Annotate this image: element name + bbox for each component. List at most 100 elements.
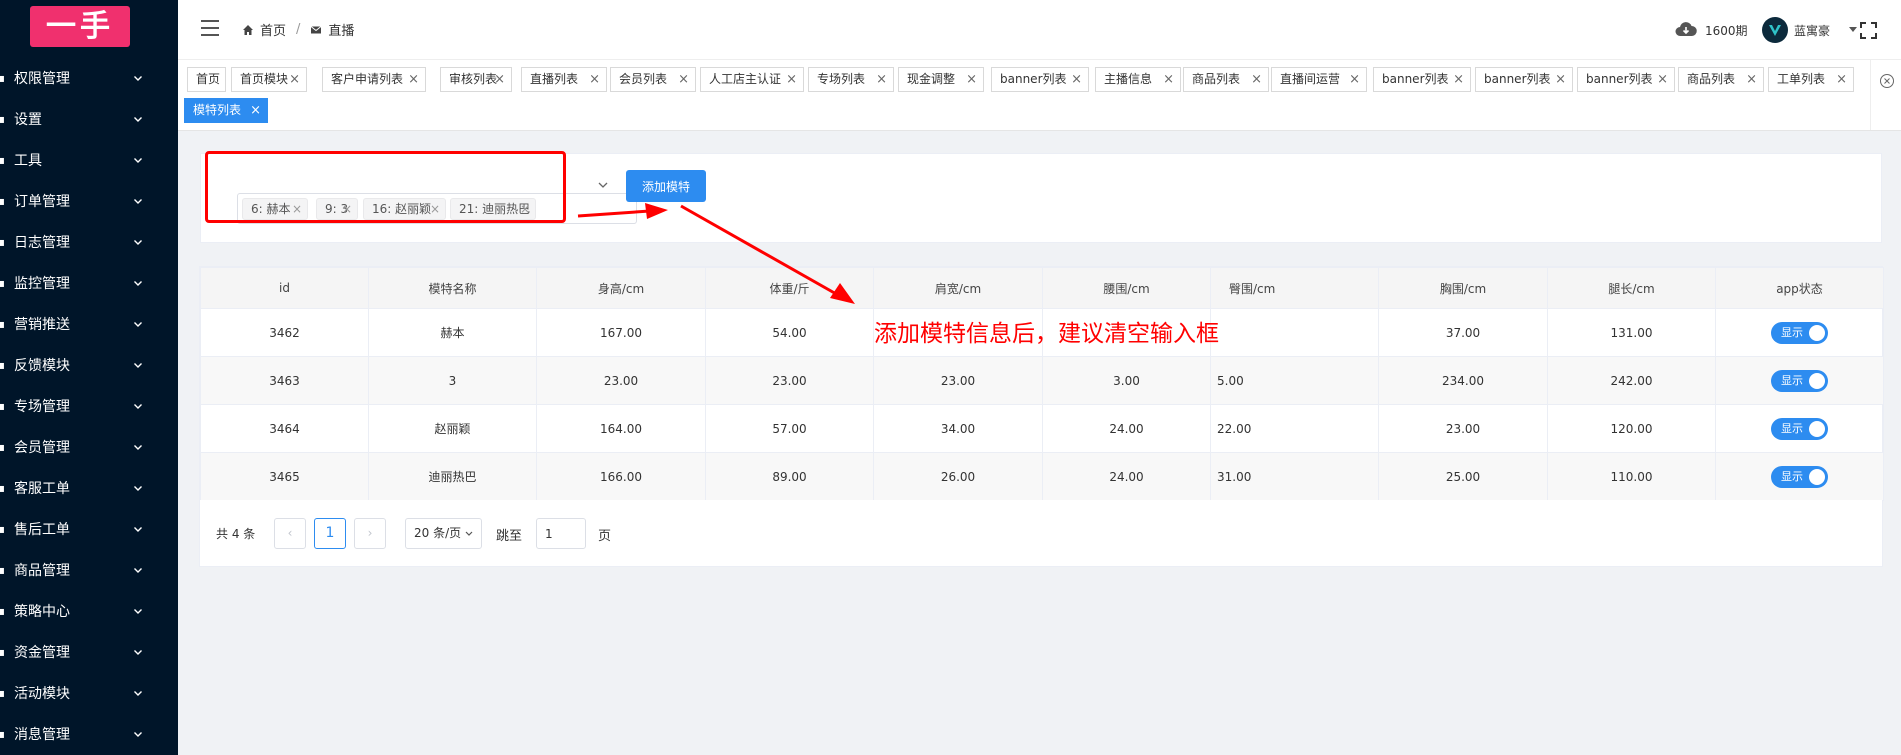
page-size-value: 20 条/页: [414, 526, 462, 540]
sidebar-item-0[interactable]: ▪ 权限管理: [0, 57, 178, 98]
tab-6[interactable]: 人工店主认证 ×: [700, 67, 804, 92]
app-status-toggle[interactable]: 显示: [1771, 321, 1828, 344]
sidebar-item-9[interactable]: ▪ 会员管理: [0, 426, 178, 467]
app-status-toggle[interactable]: 显示: [1771, 417, 1828, 440]
toggle-knob: [1809, 372, 1825, 389]
selected-model-tag: 6: 赫本 ×: [242, 198, 308, 220]
table-cell: 3464: [200, 404, 369, 453]
tab-17[interactable]: 工单列表 ×: [1768, 67, 1854, 92]
table-row[interactable]: 3465 迪丽热巴 166.00 89.00 26.00 24.00 31.00 25.00 1…: [200, 452, 1884, 501]
table-row[interactable]: 3463 3 23.00 23.00 23.00 3.00 5.00 234.00 242.00…: [200, 356, 1884, 405]
sidebar-item-10[interactable]: ▪ 客服工单: [0, 467, 178, 508]
wrench-icon: ▪: [0, 152, 6, 167]
sidebar-item-8[interactable]: ▪ 专场管理: [0, 385, 178, 426]
tab-close-icon[interactable]: ×: [1555, 68, 1566, 91]
tab-close-icon[interactable]: ×: [408, 68, 419, 91]
sidebar-item-12[interactable]: ▪ 商品管理: [0, 549, 178, 590]
column-header: 身高/cm: [536, 267, 706, 309]
table-cell: 167.00: [536, 308, 706, 357]
table-cell: 3: [368, 356, 537, 405]
sidebar-item-13[interactable]: ▪ 策略中心: [0, 590, 178, 631]
column-header: 体重/斤: [705, 267, 874, 309]
app-status-toggle[interactable]: 显示: [1771, 369, 1828, 392]
table-row[interactable]: 3464 赵丽颖 164.00 57.00 34.00 24.00 22.00 23.00 12…: [200, 404, 1884, 453]
jump-page-input[interactable]: [536, 518, 586, 549]
tab-3[interactable]: 审核列表 ×: [440, 67, 512, 92]
breadcrumb-item-home[interactable]: 首页: [260, 20, 286, 39]
tab-4[interactable]: 直播列表 ×: [521, 67, 607, 92]
tab-1[interactable]: 首页模块 ×: [231, 67, 307, 92]
status-cell: 显示: [1715, 308, 1884, 357]
add-model-button[interactable]: 添加模特: [626, 170, 706, 202]
tab-close-icon[interactable]: ×: [1657, 68, 1668, 91]
service-icon: ▪: [0, 480, 6, 495]
sidebar-item-14[interactable]: ▪ 资金管理: [0, 631, 178, 672]
tab-11[interactable]: 商品列表 ×: [1183, 67, 1269, 92]
tab-close-icon[interactable]: ×: [589, 68, 600, 91]
sidebar-item-1[interactable]: ▪ 设置: [0, 98, 178, 139]
tab-close-icon[interactable]: ×: [966, 68, 977, 91]
tab-18[interactable]: 模特列表 ×: [184, 98, 268, 123]
tab-close-icon[interactable]: ×: [1349, 68, 1360, 91]
sidebar-item-3[interactable]: ▪ 订单管理: [0, 180, 178, 221]
tab-close-icon[interactable]: ×: [786, 68, 797, 91]
tab-close-icon[interactable]: ×: [289, 68, 300, 91]
tab-close-icon[interactable]: ×: [1836, 68, 1847, 91]
chevron-down-icon: [134, 75, 142, 81]
tab-close-icon[interactable]: ×: [1746, 68, 1757, 91]
next-page-button[interactable]: ›: [354, 518, 386, 549]
tab-close-icon[interactable]: ×: [250, 99, 261, 122]
sidebar-item-7[interactable]: ▪ 反馈模块: [0, 344, 178, 385]
tag-label: 16: 赵丽颖: [372, 202, 432, 216]
sidebar-item-5[interactable]: ▪ 监控管理: [0, 262, 178, 303]
aftersale-icon: ▪: [0, 521, 6, 536]
table-cell: 23.00: [1378, 404, 1548, 453]
tab-13[interactable]: banner列表 ×: [1373, 67, 1471, 92]
add-model-panel: 6: 赫本 × 9: 3 × 16: 赵丽颖 × 21: 迪丽热巴 ×: [200, 153, 1882, 243]
tab-close-icon[interactable]: ×: [1163, 68, 1174, 91]
tab-8[interactable]: 现金调整 ×: [898, 67, 984, 92]
chevron-down-icon[interactable]: [598, 182, 608, 188]
page-number-current[interactable]: 1: [314, 518, 346, 549]
app-status-toggle[interactable]: 显示: [1771, 465, 1828, 488]
tab-16[interactable]: 商品列表 ×: [1678, 67, 1764, 92]
tab-2[interactable]: 客户申请列表 ×: [322, 67, 426, 92]
tag-close-icon[interactable]: ×: [342, 199, 352, 219]
sidebar-item-4[interactable]: ▪ 日志管理: [0, 221, 178, 262]
close-circle-icon[interactable]: [1879, 73, 1895, 89]
model-multi-select[interactable]: 6: 赫本 × 9: 3 × 16: 赵丽颖 × 21: 迪丽热巴 ×: [237, 193, 637, 224]
tag-close-icon[interactable]: ×: [292, 199, 302, 219]
cloud-download-icon[interactable]: [1675, 21, 1697, 37]
tab-9[interactable]: banner列表 ×: [991, 67, 1089, 92]
avatar[interactable]: [1762, 17, 1788, 43]
tab-close-icon[interactable]: ×: [1071, 68, 1082, 91]
sidebar-item-11[interactable]: ▪ 售后工单: [0, 508, 178, 549]
tab-7[interactable]: 专场列表 ×: [808, 67, 894, 92]
tag-close-icon[interactable]: ×: [520, 199, 530, 219]
sidebar-item-6[interactable]: ▪ 营销推送: [0, 303, 178, 344]
tab-close-icon[interactable]: ×: [876, 68, 887, 91]
app-logo[interactable]: 一手: [30, 6, 130, 47]
tab-label: 直播列表: [530, 72, 579, 86]
tag-close-icon[interactable]: ×: [430, 199, 440, 219]
sidebar-item-15[interactable]: ▪ 活动模块: [0, 672, 178, 713]
tab-12[interactable]: 直播间运营 ×: [1271, 67, 1367, 92]
table-cell: 23.00: [536, 356, 706, 405]
fullscreen-icon[interactable]: [1860, 22, 1877, 39]
tab-close-icon[interactable]: ×: [494, 68, 505, 91]
tab-close-icon[interactable]: ×: [678, 68, 689, 91]
sidebar-item-2[interactable]: ▪ 工具: [0, 139, 178, 180]
tab-15[interactable]: banner列表 ×: [1577, 67, 1675, 92]
caret-down-icon[interactable]: [1849, 27, 1857, 32]
tab-10[interactable]: 主播信息 ×: [1095, 67, 1181, 92]
menu-toggle-icon[interactable]: [201, 20, 219, 36]
tab-close-icon[interactable]: ×: [1453, 68, 1464, 91]
tab-0[interactable]: 首页: [187, 67, 226, 92]
sidebar-item-16[interactable]: ▪ 消息管理: [0, 713, 178, 754]
username[interactable]: 蓝寓豪: [1794, 22, 1830, 39]
tab-close-icon[interactable]: ×: [1251, 68, 1262, 91]
tab-5[interactable]: 会员列表 ×: [610, 67, 696, 92]
tab-14[interactable]: banner列表 ×: [1475, 67, 1573, 92]
prev-page-button[interactable]: ‹: [274, 518, 306, 549]
page-size-select[interactable]: 20 条/页: [405, 518, 482, 549]
